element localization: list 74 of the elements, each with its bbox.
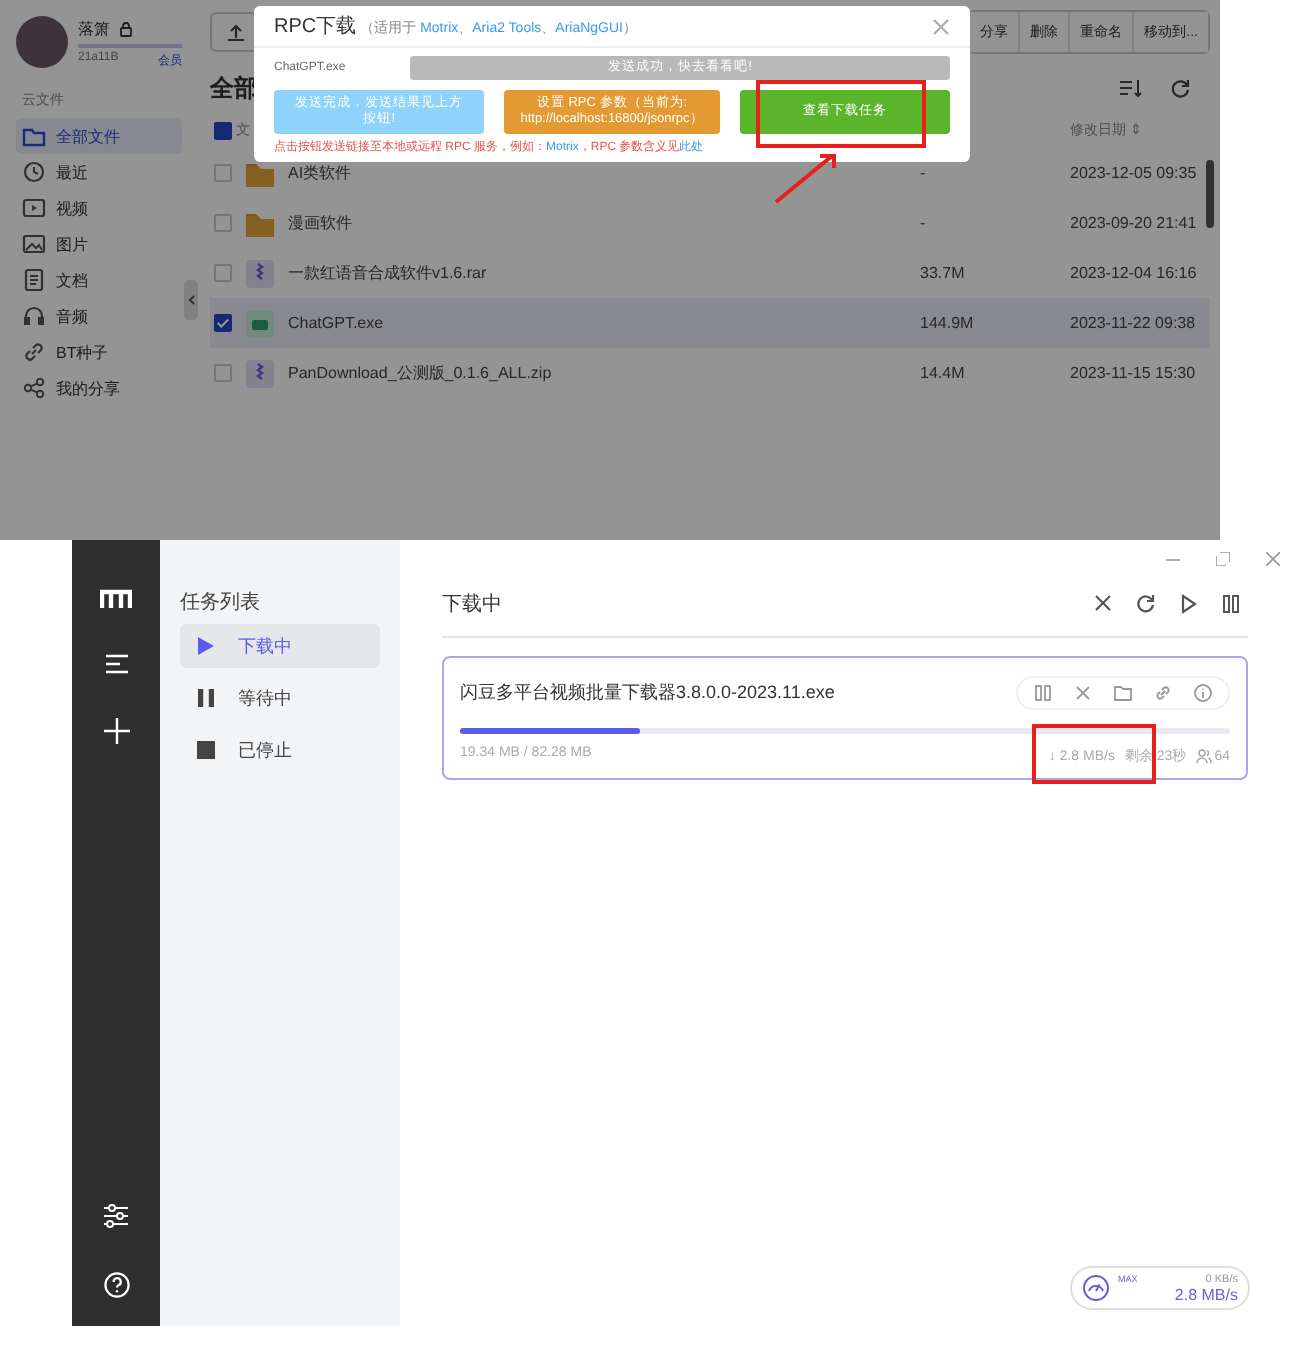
modified-date: 2023-11-15 15:30 — [1070, 364, 1198, 382]
plus-icon[interactable] — [103, 718, 129, 744]
menu-icon[interactable] — [103, 654, 129, 674]
document-icon — [22, 268, 46, 292]
check-icon — [216, 316, 230, 330]
sidebar-item[interactable]: BT种子 — [16, 334, 182, 370]
pause-icon — [196, 688, 216, 708]
upload-icon — [226, 22, 246, 42]
file-size: 144.9M — [920, 314, 976, 332]
user-name: 落箫 — [78, 18, 110, 40]
file-name: 一款红语音合成软件v1.6.rar — [288, 262, 487, 284]
logo-icon[interactable] — [100, 588, 132, 610]
play-icon[interactable] — [1180, 594, 1198, 614]
highlight-frame — [1032, 724, 1156, 784]
headphones-icon — [22, 304, 46, 328]
play-icon — [196, 636, 216, 656]
nav-item[interactable]: 已停止 — [180, 728, 380, 772]
panel-title: 任务列表 — [180, 589, 262, 616]
clock-icon — [22, 160, 46, 184]
archive-icon — [244, 357, 276, 389]
file-size: - — [920, 214, 928, 232]
folder-icon[interactable] — [1114, 684, 1132, 702]
sidebar-item[interactable]: 视频 — [16, 190, 182, 226]
avatar — [16, 16, 68, 68]
settings-icon[interactable] — [102, 1204, 130, 1228]
modified-date: 2023-11-22 09:38 — [1070, 314, 1198, 332]
file-size: - — [920, 164, 928, 182]
nav-item[interactable]: 下载中 — [180, 624, 380, 668]
modified-date: 2023-12-04 16:16 — [1070, 264, 1199, 282]
select-all-checkbox[interactable] — [214, 121, 232, 139]
sort-icon[interactable] — [1118, 78, 1142, 98]
archive-icon — [244, 257, 276, 289]
nav-item[interactable]: 等待中 — [180, 676, 380, 720]
collapse-handle[interactable] — [184, 280, 198, 320]
refresh-icon[interactable] — [1136, 594, 1156, 614]
people-icon — [1196, 748, 1213, 764]
scroll-thumb[interactable] — [1206, 160, 1214, 228]
dialog-title: RPC下载 — [274, 15, 357, 39]
modified-date: 2023-09-20 21:41 — [1070, 214, 1199, 232]
sidebar-item[interactable]: 全部文件 — [16, 118, 182, 154]
page-heading: 下载中 — [442, 591, 502, 618]
checkbox[interactable] — [214, 314, 232, 332]
sidebar-item[interactable]: 文档 — [16, 262, 182, 298]
link-icon — [22, 340, 46, 364]
chevron-icon — [187, 294, 195, 306]
sidebar-item[interactable]: 我的分享 — [16, 370, 182, 406]
video-icon — [22, 196, 46, 220]
sidebar-item[interactable]: 图片 — [16, 226, 182, 262]
folder-icon — [22, 124, 46, 148]
image-icon — [22, 232, 46, 256]
file-row[interactable]: ChatGPT.exe 144.9M 2023-11-22 09:38 — [210, 298, 1210, 348]
share-icon — [22, 376, 46, 400]
download-speed: 2.8 MB/s — [1174, 1285, 1238, 1303]
task-name: 闪豆多平台视频批量下载器3.8.0.0-2023.11.exe — [460, 680, 835, 706]
file-size: 14.4M — [920, 364, 967, 382]
speedometer-icon — [1082, 1274, 1110, 1302]
file-name: AI类软件 — [288, 162, 352, 184]
lock-icon — [118, 20, 134, 38]
stop-icon — [196, 740, 216, 760]
modified-date: 2023-12-05 09:35 — [1070, 164, 1199, 182]
pause-icon[interactable] — [1222, 594, 1240, 614]
help-icon[interactable] — [103, 1272, 129, 1298]
link-icon[interactable] — [1154, 684, 1172, 702]
app-icon — [244, 307, 276, 339]
file-size: 33.7M — [920, 264, 967, 282]
info-icon[interactable] — [1194, 684, 1212, 702]
refresh-icon[interactable] — [1170, 78, 1190, 98]
file-name: 漫画软件 — [288, 212, 352, 234]
sidebar-item[interactable]: 音频 — [16, 298, 182, 334]
file-name: PanDownload_公测版_0.1.6_ALL.zip — [288, 362, 552, 384]
close-icon[interactable] — [1094, 594, 1112, 612]
file-name: ChatGPT.exe — [288, 314, 384, 332]
sidebar-item[interactable]: 最近 — [16, 154, 182, 190]
maximize-icon[interactable] — [1216, 551, 1230, 565]
